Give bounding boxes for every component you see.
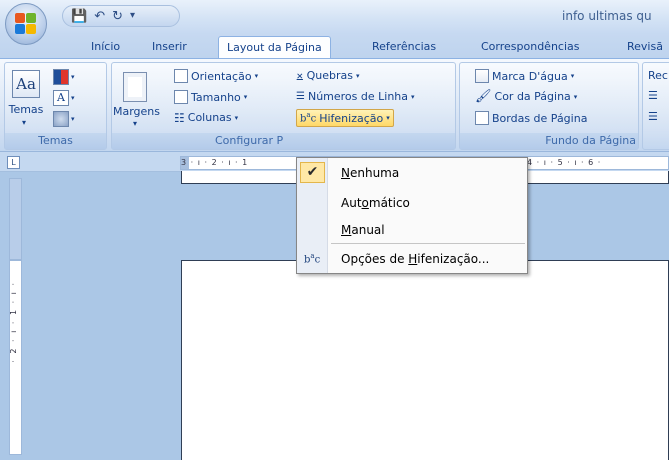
menu-item-manual[interactable]: Manual (297, 218, 527, 241)
cor-da-pagina-button[interactable]: 🖌 Cor da Página ▾ (475, 90, 577, 103)
numeros-de-linha-label: Números de Linha (307, 90, 409, 103)
margens-button[interactable]: Margens ▾ (113, 66, 161, 134)
theme-colors-icon (53, 69, 69, 85)
ribbon: Aa Temas ▾ ▾ A ▾ ▾ Temas Margens ▾ Orient… (0, 58, 669, 152)
office-logo-icon (15, 13, 37, 35)
vertical-ruler-numbers: · 2 · ı · 1 · ı · (9, 281, 18, 363)
tab-layout-da-pagina[interactable]: Layout da Página (218, 36, 331, 59)
group-label-temas: Temas (5, 133, 106, 149)
numeros-de-linha-button[interactable]: ☰ Números de Linha ▾ (296, 90, 415, 103)
tab-inicio[interactable]: Início (91, 40, 120, 53)
vertical-ruler-margin (9, 178, 22, 260)
marca-dagua-label: Marca D'água (492, 69, 568, 83)
theme-effects-button[interactable]: ▾ (53, 110, 79, 128)
redo-icon[interactable]: ↻ (112, 10, 123, 23)
cor-da-pagina-label: Cor da Página (494, 90, 571, 103)
page-current[interactable] (181, 260, 669, 460)
line-numbers-icon: ☰ (296, 90, 305, 102)
columns-icon: ☷ (174, 110, 185, 125)
theme-effects-icon (53, 111, 69, 127)
group-recuo: Rec ☰ ☰ (642, 62, 669, 150)
tab-inserir[interactable]: Inserir (152, 40, 187, 53)
save-icon[interactable]: 💾 (71, 10, 87, 23)
quick-access-toolbar: 💾 ↶ ↻ ▾ (62, 5, 180, 27)
theme-colors-button[interactable]: ▾ (53, 68, 79, 86)
customize-icon[interactable]: ▾ (130, 11, 135, 21)
group-fundo-da-pagina: Marca D'água ▾ 🖌 Cor da Página ▾ Bordas de… (459, 62, 639, 150)
bordas-de-pagina-button[interactable]: Bordas de Página (475, 111, 587, 125)
quebras-label: Quebras (306, 69, 353, 82)
menu-item-automatico[interactable]: Automático (297, 191, 527, 214)
group-label-fundo: Fundo da Página (460, 133, 638, 149)
margens-label: Margens (113, 105, 161, 118)
colunas-label: Colunas (187, 111, 232, 124)
quebras-button[interactable]: ⨱ Quebras ▾ (296, 69, 359, 82)
page-color-icon: 🖌 (475, 89, 492, 104)
hyphenation-icon: bac (304, 251, 321, 266)
tab-correspondencias[interactable]: Correspondências (481, 40, 580, 53)
colunas-button[interactable]: ☷ Colunas ▾ (174, 111, 238, 124)
marca-dagua-button[interactable]: Marca D'água ▾ (475, 69, 574, 83)
tamanho-label: Tamanho (191, 90, 241, 104)
checkmark-icon: ✔ (300, 162, 325, 183)
chevron-down-icon: ▾ (133, 119, 138, 128)
hifenizacao-button[interactable]: bac Hifenização ▾ (296, 109, 394, 127)
hyphenation-icon: bac (300, 110, 317, 125)
temas-button[interactable]: Aa Temas ▾ (8, 66, 48, 134)
title-bar: 💾 ↶ ↻ ▾ info ultimas qu (0, 0, 669, 34)
indent-left-icon: ☰ (648, 89, 658, 102)
page-borders-icon (475, 111, 489, 125)
theme-fonts-icon: A (53, 90, 69, 106)
vertical-ruler[interactable]: · 2 · ı · 1 · ı · (9, 260, 22, 455)
watermark-icon (475, 69, 489, 83)
hyphenation-menu: ✔ Nenhuma Automático Manual bac Opções d… (296, 157, 528, 274)
recuo-label: Rec (648, 69, 668, 82)
menu-item-nenhuma[interactable]: ✔ Nenhuma (297, 161, 527, 184)
group-label-configurar: Configurar P (112, 133, 455, 149)
group-temas: Aa Temas ▾ ▾ A ▾ ▾ Temas (4, 62, 107, 150)
menu-item-opcoes-de-hifenizacao[interactable]: bac Opções de Hifenização... (297, 247, 527, 270)
ribbon-tabs: Início Inserir Layout da Página Referênc… (0, 34, 669, 59)
margins-icon (123, 72, 147, 102)
tab-revisao[interactable]: Revisã (627, 40, 663, 53)
themes-icon: Aa (12, 70, 40, 98)
indent-right-icon: ☰ (648, 110, 658, 123)
ruler-left-numbers: 3 · ı · 2 · ı · 1 (181, 158, 249, 167)
tamanho-button[interactable]: Tamanho ▾ (174, 90, 247, 104)
theme-fonts-button[interactable]: A ▾ (53, 89, 79, 107)
tab-selector[interactable]: L (7, 156, 20, 169)
orientacao-button[interactable]: Orientação ▾ (174, 69, 258, 83)
size-icon (174, 90, 188, 104)
ruler-right-numbers: 4 · ı · 5 · ı · 6 · (527, 158, 602, 167)
temas-label: Temas (8, 103, 44, 116)
breaks-icon: ⨱ (296, 68, 304, 83)
group-configurar-pagina: Margens ▾ Orientação ▾ Tamanho ▾ ☷ Colunas… (111, 62, 456, 150)
orientation-icon (174, 69, 188, 83)
tab-referencias[interactable]: Referências (372, 40, 436, 53)
chevron-down-icon: ▾ (22, 118, 27, 127)
orientacao-label: Orientação (191, 69, 252, 83)
undo-icon[interactable]: ↶ (94, 10, 105, 23)
office-button[interactable] (5, 3, 47, 45)
hifenizacao-label: Hifenização (319, 111, 384, 125)
bordas-de-pagina-label: Bordas de Página (492, 111, 588, 125)
window-title: info ultimas qu (562, 9, 652, 23)
